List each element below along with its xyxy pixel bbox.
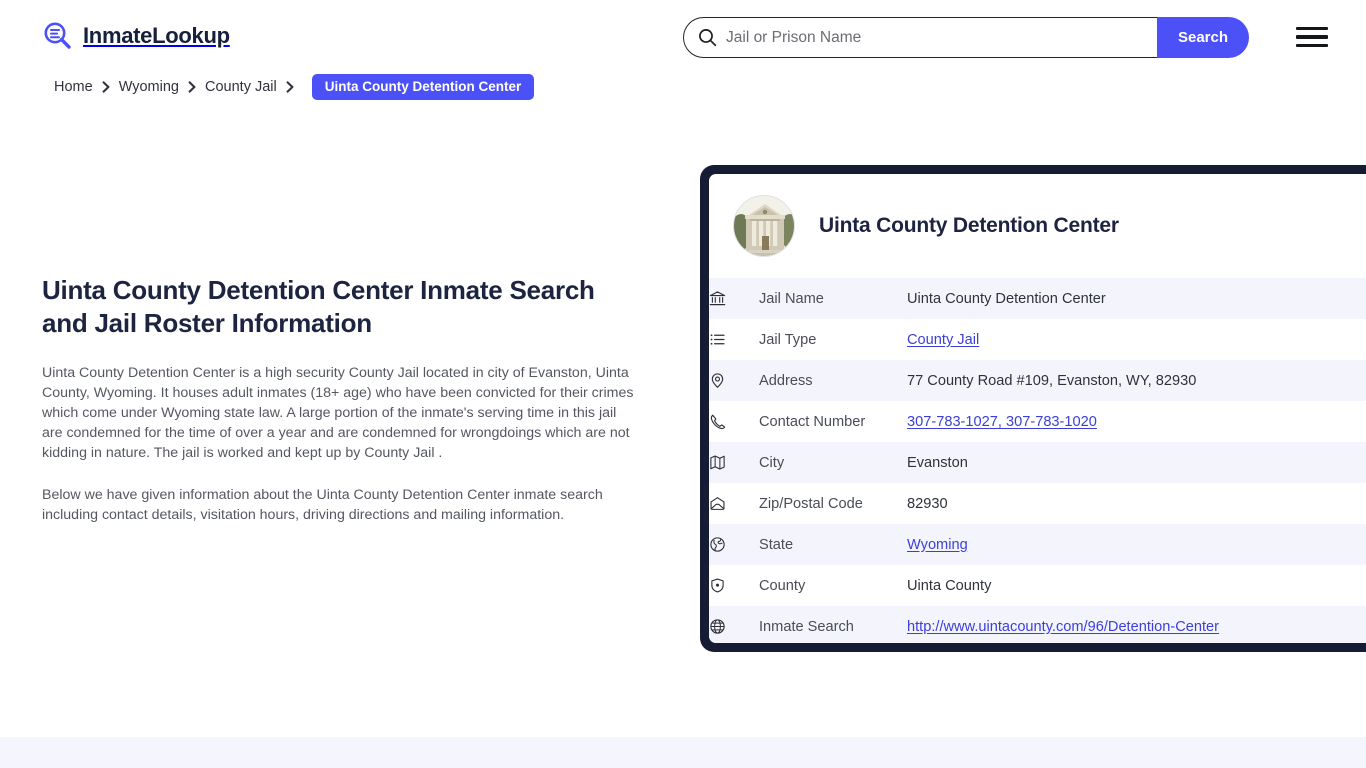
row-icon-cell [709,278,759,319]
contact-number-link[interactable]: 307-783-1027, 307-783-1020 [907,414,1097,430]
table-row: Inmate Search http://www.uintacounty.com… [709,606,1366,643]
row-value: 82930 [907,495,948,512]
table-row: City Evanston [709,442,1366,483]
chevron-right-icon [286,81,294,93]
search-input[interactable] [726,18,1157,57]
table-row: County Uinta County [709,565,1366,606]
row-value: Uinta County [907,577,992,594]
row-icon-cell [709,565,759,606]
breadcrumb-item-home[interactable]: Home [54,79,93,95]
bank-icon [709,291,726,306]
row-icon-cell [709,524,759,565]
row-value: http://www.uintacounty.com/96/Detention-… [907,606,1366,643]
breadcrumb-item-county-jail[interactable]: County Jail [205,79,277,95]
row-value: Evanston [907,454,968,471]
breadcrumb-item-wyoming[interactable]: Wyoming [119,79,179,95]
map-pin-icon [711,373,724,388]
table-row: Zip/Postal Code 82930 [709,483,1366,524]
breadcrumb-current: Uinta County Detention Center [311,74,535,100]
search-list-logo-icon [44,22,71,49]
jail-info-card-header: Uinta County Detention Center [709,174,1366,278]
globe-icon [710,537,725,552]
site-header: InmateLookup Search [0,0,1366,74]
envelope-icon [710,497,725,510]
breadcrumb: Home Wyoming County Jail Uinta County De… [54,74,535,100]
row-icon-cell [709,401,759,442]
row-icon-cell [709,483,759,524]
chevron-right-icon [102,81,110,93]
inmate-search-link[interactable]: http://www.uintacounty.com/96/Detention-… [907,619,1219,635]
jail-card-title: Uinta County Detention Center [819,214,1119,237]
table-row: State Wyoming [709,524,1366,565]
footer-section [0,737,1366,768]
site-logo[interactable]: InmateLookup [42,20,230,52]
phone-icon [710,414,726,430]
hamburger-bar [1296,27,1328,31]
hamburger-bar [1296,35,1328,39]
jail-photo [733,195,795,257]
page-title: Uinta County Detention Center Inmate Sea… [42,275,595,338]
search-bar: Search [683,17,1249,58]
search-button[interactable]: Search [1157,17,1249,58]
description-paragraph-2: Below we have given information about th… [42,487,603,523]
jail-info-card: Uinta County Detention Center Jail Name … [700,165,1366,652]
row-label: City [759,454,785,471]
row-icon-cell [709,442,759,483]
row-value: 77 County Road #109, Evanston, WY, 82930 [907,372,1197,389]
table-row: Jail Type County Jail [709,319,1366,360]
table-row: Jail Name Uinta County Detention Center [709,278,1366,319]
row-icon-cell [709,360,759,401]
main-content: Uinta County Detention Center Inmate Sea… [42,274,642,525]
description-paragraph-1: Uinta County Detention Center is a high … [42,365,634,461]
row-label: Zip/Postal Code [759,495,863,512]
table-row: Contact Number 307-783-1027, 307-783-102… [709,401,1366,442]
row-label: Inmate Search [759,618,854,635]
row-icon-cell [709,606,759,643]
uinta-county-courthouse-photo [734,196,794,256]
hamburger-bar [1296,43,1328,47]
jail-info-card-inner: Uinta County Detention Center Jail Name … [709,174,1366,643]
chevron-right-icon [188,81,196,93]
state-link[interactable]: Wyoming [907,537,968,553]
search-icon [699,29,717,47]
logo-text: InmateLookup [83,23,230,48]
jail-type-link[interactable]: County Jail [907,332,979,348]
row-label: County [759,577,806,594]
search-field-wrapper[interactable] [683,17,1157,58]
shield-icon [711,578,724,593]
row-label: Jail Type [759,331,817,348]
jail-info-table: Jail Name Uinta County Detention Center [709,278,1366,643]
table-row: Address 77 County Road #109, Evanston, W… [709,360,1366,401]
row-value: Uinta County Detention Center [907,290,1106,307]
map-icon [710,455,725,470]
row-label: Jail Name [759,290,824,307]
row-label: Contact Number [759,413,866,430]
row-label: Address [759,372,813,389]
row-label: State [759,536,794,553]
row-icon-cell [709,319,759,360]
row-value: Wyoming [907,524,1366,565]
row-value: County Jail [907,319,1366,360]
row-value: 307-783-1027, 307-783-1020 [907,401,1366,442]
hamburger-menu-icon[interactable] [1296,24,1328,50]
list-icon [710,334,725,345]
globe-grid-icon [710,619,725,634]
